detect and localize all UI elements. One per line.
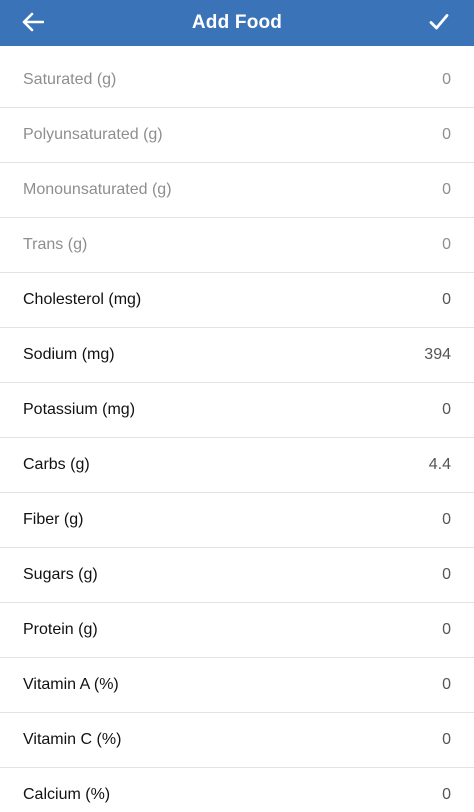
nutrient-row-potassium[interactable]: Potassium (mg) 0 xyxy=(0,383,474,438)
nutrient-row-sodium[interactable]: Sodium (mg) 394 xyxy=(0,328,474,383)
arrow-left-icon xyxy=(22,12,44,32)
nutrient-value: 4.4 xyxy=(428,456,451,473)
nutrient-label: Fiber (g) xyxy=(23,511,84,528)
nutrient-value: 0 xyxy=(442,181,451,198)
nutrient-list: Saturated (g) 0 Polyunsaturated (g) 0 Mo… xyxy=(0,53,474,812)
nutrient-label: Potassium (mg) xyxy=(23,401,136,418)
nutrient-row-saturated[interactable]: Saturated (g) 0 xyxy=(0,53,474,108)
nutrient-label: Protein (g) xyxy=(23,621,98,638)
nutrient-row-polyunsaturated[interactable]: Polyunsaturated (g) 0 xyxy=(0,108,474,163)
nutrient-value: 0 xyxy=(442,511,451,528)
nutrient-label: Calcium (%) xyxy=(23,786,111,803)
nutrient-row-sugars[interactable]: Sugars (g) 0 xyxy=(0,548,474,603)
nutrient-value: 0 xyxy=(442,71,451,88)
nutrient-value: 0 xyxy=(442,786,451,803)
nutrient-row-cholesterol[interactable]: Cholesterol (mg) 0 xyxy=(0,273,474,328)
nutrient-row-trans[interactable]: Trans (g) 0 xyxy=(0,218,474,273)
nutrient-row-carbs[interactable]: Carbs (g) 4.4 xyxy=(0,438,474,493)
nutrient-label: Carbs (g) xyxy=(23,456,90,473)
nutrient-label: Sugars (g) xyxy=(23,566,98,583)
nutrient-row-vitamin-a[interactable]: Vitamin A (%) 0 xyxy=(0,658,474,713)
nutrient-label: Vitamin A (%) xyxy=(23,676,119,693)
nutrient-label: Saturated (g) xyxy=(23,71,117,88)
nutrient-row-vitamin-c[interactable]: Vitamin C (%) 0 xyxy=(0,713,474,768)
page-title: Add Food xyxy=(191,12,283,33)
nutrient-label: Cholesterol (mg) xyxy=(23,291,142,308)
nutrient-row-fiber[interactable]: Fiber (g) 0 xyxy=(0,493,474,548)
back-button[interactable] xyxy=(20,9,46,35)
nutrient-label: Vitamin C (%) xyxy=(23,731,122,748)
checkmark-icon xyxy=(429,14,449,30)
nutrient-value: 0 xyxy=(442,676,451,693)
nutrient-row-calcium[interactable]: Calcium (%) 0 xyxy=(0,768,474,812)
nutrient-row-monounsaturated[interactable]: Monounsaturated (g) 0 xyxy=(0,163,474,218)
nutrient-label: Monounsaturated (g) xyxy=(23,181,172,198)
nutrient-value: 394 xyxy=(424,346,451,363)
nutrient-value: 0 xyxy=(442,566,451,583)
nutrient-value: 0 xyxy=(442,291,451,308)
nutrient-value: 0 xyxy=(442,621,451,638)
nutrient-label: Polyunsaturated (g) xyxy=(23,126,163,143)
nutrient-value: 0 xyxy=(442,236,451,253)
nutrient-value: 0 xyxy=(442,401,451,418)
header-bar: Add Food xyxy=(0,0,474,46)
nutrient-label: Sodium (mg) xyxy=(23,346,115,363)
nutrient-row-protein[interactable]: Protein (g) 0 xyxy=(0,603,474,658)
nutrient-label: Trans (g) xyxy=(23,236,88,253)
save-button[interactable] xyxy=(426,9,452,35)
nutrient-value: 0 xyxy=(442,126,451,143)
nutrient-value: 0 xyxy=(442,731,451,748)
add-food-screen: Add Food Saturated (g) 0 Polyunsaturated… xyxy=(0,0,474,812)
